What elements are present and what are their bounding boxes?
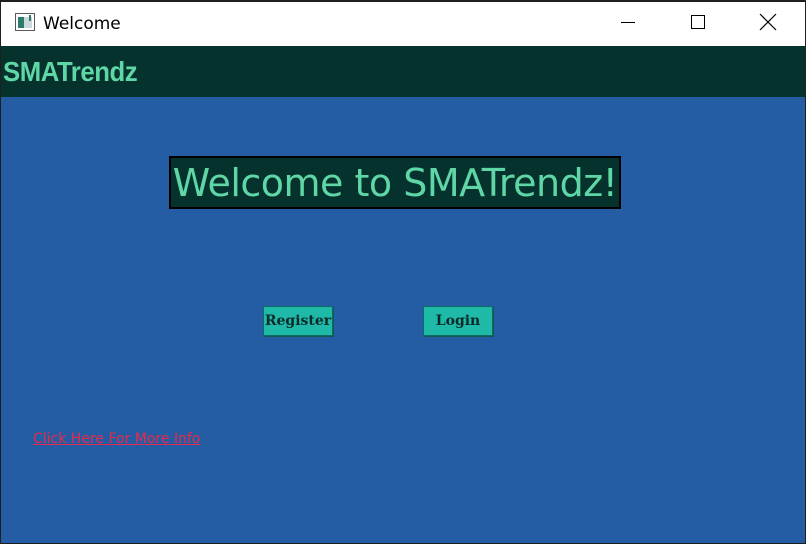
maximize-icon xyxy=(690,14,706,34)
register-button[interactable]: Register xyxy=(263,306,333,336)
welcome-heading: Welcome to SMATrendz! xyxy=(172,160,618,205)
minimize-button[interactable] xyxy=(593,2,663,46)
app-window: Welcome SMATrendz Welcome to SMATrendz! … xyxy=(0,0,806,544)
header-bar: SMATrendz xyxy=(1,46,805,97)
brand-logo-text: SMATrendz xyxy=(3,56,138,87)
welcome-banner: Welcome to SMATrendz! xyxy=(169,156,621,209)
app-window-icon xyxy=(15,13,35,31)
window-title: Welcome xyxy=(43,14,121,34)
login-button[interactable]: Login xyxy=(423,306,493,336)
title-bar[interactable]: Welcome xyxy=(1,2,805,46)
close-icon xyxy=(759,13,777,35)
close-button[interactable] xyxy=(733,2,803,46)
more-info-link[interactable]: Click Here For More Info xyxy=(33,430,200,448)
maximize-button[interactable] xyxy=(663,2,733,46)
minimize-icon xyxy=(620,14,636,34)
